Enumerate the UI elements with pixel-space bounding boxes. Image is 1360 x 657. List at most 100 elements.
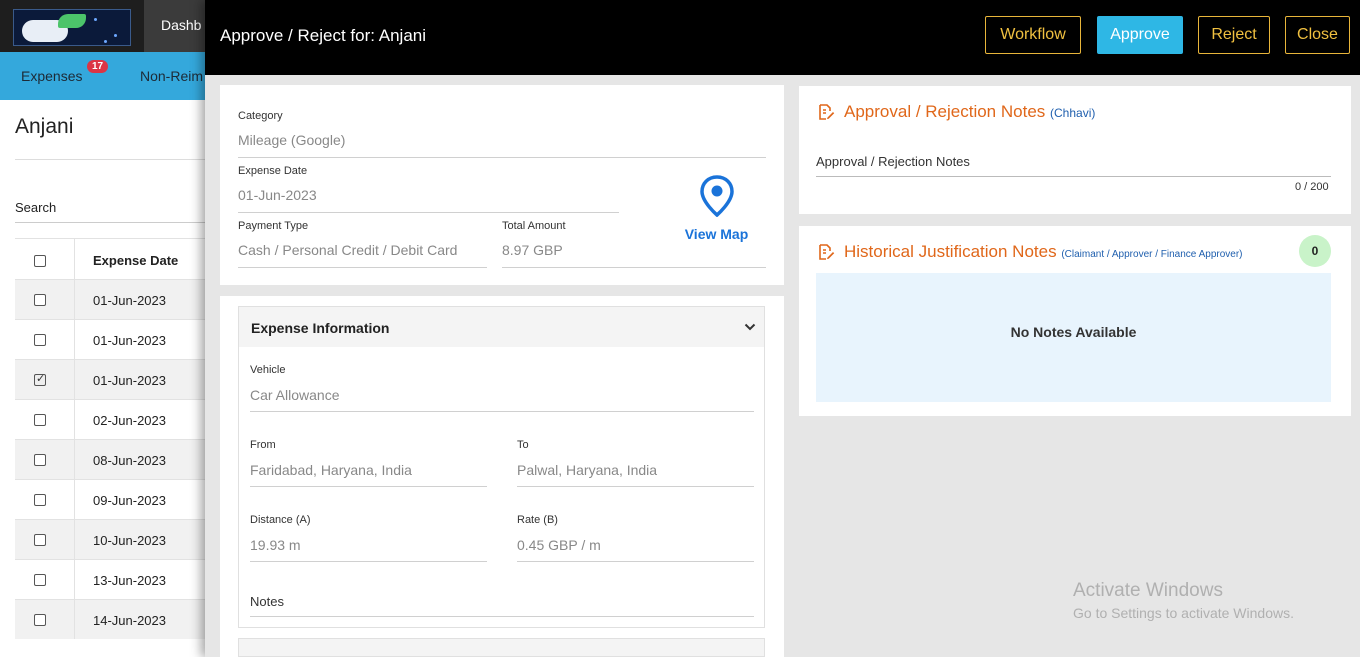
- historical-notes-title: Historical Justification Notes (Claimant…: [844, 242, 1243, 262]
- category-label: Category: [238, 110, 283, 122]
- payment-type-value: Cash / Personal Credit / Debit Card: [238, 242, 458, 258]
- field-underline: [517, 561, 754, 562]
- from-value: Faridabad, Haryana, India: [250, 462, 412, 478]
- column-divider: [74, 600, 75, 639]
- field-underline: [250, 561, 487, 562]
- modal-title: Approve / Reject for: Anjani: [220, 26, 427, 45]
- field-underline: [238, 267, 487, 268]
- select-all-checkbox[interactable]: [34, 255, 46, 267]
- row-date: 10-Jun-2023: [93, 533, 166, 548]
- total-amount-value: 8.97 GBP: [502, 242, 563, 258]
- no-notes-text: No Notes Available: [1010, 324, 1137, 340]
- nav-nonreim-tab[interactable]: Non-Reim: [140, 68, 203, 84]
- row-checkbox[interactable]: [34, 494, 46, 506]
- character-counter: 0 / 200: [1295, 181, 1329, 193]
- total-amount-label: Total Amount: [502, 220, 566, 232]
- row-checkbox[interactable]: [34, 574, 46, 586]
- field-underline: [250, 411, 754, 412]
- row-checkbox[interactable]: [34, 534, 46, 546]
- rate-label: Rate (B): [517, 514, 558, 526]
- reject-button[interactable]: Reject: [1198, 16, 1270, 54]
- expense-table: Expense Date 01-Jun-2023 01-Jun-2023 01-…: [15, 238, 210, 639]
- row-checkbox[interactable]: [34, 414, 46, 426]
- field-underline: [238, 212, 619, 213]
- row-date: 01-Jun-2023: [93, 333, 166, 348]
- row-checkbox[interactable]: [34, 372, 46, 386]
- table-row[interactable]: 01-Jun-2023: [15, 279, 210, 319]
- distance-label: Distance (A): [250, 514, 311, 526]
- table-row[interactable]: 13-Jun-2023: [15, 559, 210, 599]
- table-header-row: Expense Date: [15, 238, 210, 279]
- approve-button[interactable]: Approve: [1097, 16, 1183, 54]
- row-date: 01-Jun-2023: [93, 373, 166, 388]
- logo-star: [94, 18, 97, 21]
- table-row[interactable]: 08-Jun-2023: [15, 439, 210, 479]
- column-divider: [74, 360, 75, 399]
- windows-watermark-subtitle: Go to Settings to activate Windows.: [1073, 605, 1294, 621]
- expense-date-header[interactable]: Expense Date: [93, 253, 178, 268]
- field-underline: [238, 157, 766, 158]
- rate-value: 0.45 GBP / m: [517, 537, 601, 553]
- row-checkbox[interactable]: [34, 614, 46, 626]
- expense-date-label: Expense Date: [238, 165, 308, 177]
- approve-reject-modal: Approve / Reject for: Anjani Workflow Ap…: [205, 0, 1360, 657]
- expense-information-header[interactable]: Expense Information: [238, 306, 765, 347]
- column-divider: [74, 280, 75, 319]
- view-map-label: View Map: [684, 226, 749, 242]
- notes-label: Notes: [250, 594, 284, 609]
- column-divider: [74, 560, 75, 599]
- close-button[interactable]: Close: [1285, 16, 1350, 54]
- notes-count-badge: 0: [1299, 235, 1331, 267]
- view-map-link[interactable]: View Map: [679, 175, 754, 242]
- approval-notes-title-text: Approval / Rejection Notes: [844, 102, 1046, 121]
- from-label: From: [250, 439, 276, 451]
- row-date: 13-Jun-2023: [93, 573, 166, 588]
- field-underline: [517, 486, 754, 487]
- category-value: Mileage (Google): [238, 132, 346, 148]
- table-row[interactable]: 02-Jun-2023: [15, 399, 210, 439]
- row-date: 09-Jun-2023: [93, 493, 166, 508]
- table-row[interactable]: 14-Jun-2023: [15, 599, 210, 639]
- workflow-button[interactable]: Workflow: [985, 16, 1081, 54]
- edit-note-icon: [819, 244, 835, 260]
- table-row[interactable]: 09-Jun-2023: [15, 479, 210, 519]
- divider: [15, 159, 210, 160]
- approval-notes-title: Approval / Rejection Notes (Chhavi): [844, 102, 1095, 122]
- to-value: Palwal, Haryana, India: [517, 462, 658, 478]
- no-notes-panel: No Notes Available: [816, 273, 1331, 402]
- approver-name: (Chhavi): [1050, 106, 1096, 120]
- row-checkbox[interactable]: [34, 294, 46, 306]
- logo-leaf-shape: [58, 14, 86, 28]
- table-row[interactable]: 10-Jun-2023: [15, 519, 210, 559]
- row-checkbox[interactable]: [34, 454, 46, 466]
- edit-note-icon: [819, 104, 835, 120]
- column-divider: [74, 400, 75, 439]
- field-underline: [250, 486, 487, 487]
- historical-notes-roles: (Claimant / Approver / Finance Approver): [1061, 249, 1243, 260]
- search-label: Search: [15, 200, 57, 215]
- row-date: 01-Jun-2023: [93, 293, 166, 308]
- expenses-count-badge: 17: [87, 60, 109, 73]
- table-row[interactable]: 01-Jun-2023: [15, 319, 210, 359]
- column-divider: [74, 320, 75, 359]
- page-title: Anjani: [15, 115, 74, 138]
- row-checkbox[interactable]: [34, 334, 46, 346]
- vehicle-label: Vehicle: [250, 364, 286, 376]
- expense-information-title: Expense Information: [251, 320, 390, 336]
- notes-input[interactable]: [250, 616, 754, 617]
- search-input[interactable]: [15, 222, 210, 223]
- row-date: 08-Jun-2023: [93, 453, 166, 468]
- table-row[interactable]: 01-Jun-2023: [15, 359, 210, 399]
- column-divider: [74, 520, 75, 559]
- row-date: 02-Jun-2023: [93, 413, 166, 428]
- distance-value: 19.93 m: [250, 537, 301, 553]
- chevron-down-icon[interactable]: [744, 322, 756, 332]
- next-section-header[interactable]: [238, 638, 765, 657]
- modal-header: Approve / Reject for: Anjani Workflow Ap…: [205, 0, 1360, 75]
- column-divider: [74, 480, 75, 519]
- nav-expenses-tab[interactable]: Expenses: [21, 68, 82, 84]
- app-logo[interactable]: [13, 9, 131, 46]
- approval-notes-input[interactable]: [816, 176, 1331, 177]
- nav-dashboard-tab[interactable]: Dashb: [144, 0, 214, 52]
- historical-notes-title-text: Historical Justification Notes: [844, 242, 1057, 261]
